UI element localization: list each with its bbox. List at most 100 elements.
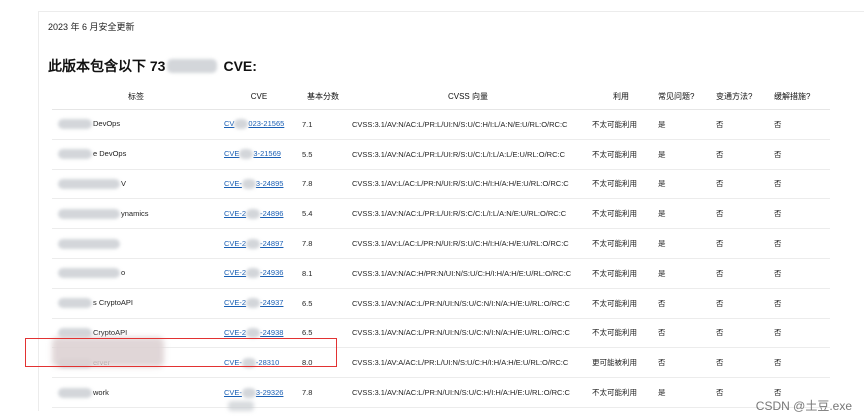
table-row: V CVE- 3-24895 7.8 CVSS:3.1/AV:L/AC:L/PR:N/U…: [52, 169, 830, 200]
tag-text: DevOps: [93, 119, 121, 129]
cve-link[interactable]: CVE-2 -24936: [224, 268, 284, 279]
redacted-blur: [241, 387, 256, 398]
workaround-cell: 否: [712, 139, 770, 170]
tag-cell: V: [52, 169, 220, 200]
vector-cell: CVSS:3.1/AV:A/AC:L/PR:L/UI:N/S:U/C:H/I:H…: [348, 347, 588, 379]
tag-cell: work: [52, 377, 220, 408]
tag-text: CryptoAPI: [93, 327, 128, 337]
mitigation-cell: 否: [770, 198, 830, 230]
table-row: work CVE- 3-29326 7.8 CVSS:3.1/AV:N/AC:L/PR:…: [52, 377, 830, 408]
faq-cell: 是: [654, 198, 712, 230]
workaround-cell: 否: [712, 288, 770, 319]
mitigation-cell: 否: [770, 228, 830, 259]
faq-cell: 否: [654, 288, 712, 319]
mitigation-cell: 否: [770, 258, 830, 289]
cve-cell: CVE- 3-24895: [220, 169, 298, 200]
vector-cell: CVSS:3.1/AV:N/AC:L/PR:N/UI:N/S:U/C:N/I:N…: [348, 288, 588, 319]
faq-cell: 是: [654, 258, 712, 289]
mitigation-cell: 否: [770, 109, 830, 140]
frame-border-top: [38, 11, 864, 12]
table-row: ynamics CVE-2 -24896 5.4 CVSS:3.1/AV:N/AC:L/…: [52, 198, 830, 230]
column-header-workaround: 变通方法?: [712, 83, 770, 110]
cve-link[interactable]: CVE-2 -24938: [224, 327, 284, 338]
table-row: CVE-2 -24897 7.8 CVSS:3.1/AV:L/AC:L/PR:N/UI…: [52, 228, 830, 259]
redacted-blur: [246, 208, 261, 219]
cve-link[interactable]: CVE- 3-24895: [224, 178, 284, 189]
cve-link-suffix: -24937: [260, 298, 284, 308]
column-header-mitigation: 缓解措施?: [770, 83, 830, 110]
mitigation-cell: 否: [770, 347, 830, 379]
cve-link[interactable]: CVE 3-21569: [224, 149, 281, 160]
score-cell: 7.8: [298, 169, 348, 200]
cve-link[interactable]: CVE-2 -24897: [224, 239, 283, 249]
faq-cell: 否: [654, 318, 712, 349]
cve-link-prefix: CVE: [224, 149, 240, 159]
cve-link-prefix: CVE-2: [224, 298, 247, 308]
mitigation-cell: 否: [770, 169, 830, 200]
column-header-vector: CVSS 向量: [348, 83, 588, 110]
cve-link-prefix: CV: [224, 119, 235, 129]
mitigation-cell: 否: [770, 288, 830, 319]
mitigation-cell: 否: [770, 139, 830, 170]
vector-cell: CVSS:3.1/AV:N/AC:L/PR:L/UI:R/S:C/C:L/I:L…: [348, 198, 588, 230]
tag-text: e DevOps: [93, 149, 127, 159]
cve-cell: CVE-2 -24897: [220, 228, 298, 259]
redacted-blur: [58, 119, 92, 130]
redacted-blur: [228, 401, 254, 411]
workaround-cell: 否: [712, 347, 770, 379]
cve-link[interactable]: CV 023-21565: [224, 119, 284, 130]
score-cell: 7.8: [298, 228, 348, 259]
exploit-cell: 不太可能利用: [588, 377, 654, 408]
exploit-cell: 不太可能利用: [588, 288, 654, 319]
workaround-cell: 否: [712, 109, 770, 140]
redacted-blur: [58, 179, 120, 189]
cve-link[interactable]: CVE-2 -24896: [224, 208, 284, 219]
exploit-cell: 不太可能利用: [588, 198, 654, 230]
table-row: s CryptoAPI CVE-2 -24937 6.5 CVSS:3.1/AV:N/A…: [52, 288, 830, 319]
tag-cell: o: [52, 258, 220, 289]
tag-text: work: [93, 387, 109, 397]
exploit-cell: 不太可能利用: [588, 169, 654, 200]
redacted-blur: [58, 208, 120, 219]
cve-link-suffix: 3-24895: [255, 178, 284, 188]
redacted-blur: [246, 327, 261, 338]
redacted-blur: [239, 149, 254, 160]
tag-cell: ynamics: [52, 198, 220, 230]
cve-cell: CVE-2 -24896: [220, 198, 298, 230]
cve-link-suffix: -24936: [260, 268, 284, 278]
watermark: CSDN @土豆.exe: [755, 399, 852, 413]
vector-cell: CVSS:3.1/AV:N/AC:L/PR:L/UI:R/S:U/C:L/I:L…: [348, 139, 588, 170]
tag-text: V: [121, 178, 127, 188]
cve-link-suffix: 3-29326: [255, 387, 284, 397]
tag-text: o: [121, 268, 126, 278]
redacted-blur: [167, 59, 218, 73]
cve-link-suffix: -24938: [260, 327, 284, 337]
exploit-cell: 不太可能利用: [588, 139, 654, 170]
redacted-blur: [234, 119, 249, 130]
cve-link[interactable]: CVE- 3-29326: [224, 387, 284, 398]
cve-link[interactable]: CVE-2 -24937: [224, 298, 284, 309]
security-update-page: 2023 年 6 月安全更新 此版本包含以下 73 CVE: 标签 CVE 基本分…: [0, 0, 864, 420]
tag-cell: e DevOps: [52, 139, 220, 170]
redacted-blur: [58, 268, 120, 279]
tag-text: s CryptoAPI: [93, 298, 134, 308]
score-cell: 7.8: [298, 377, 348, 408]
faq-cell: 是: [654, 377, 712, 408]
cve-link-prefix: CVE-: [224, 387, 242, 397]
redacted-blur: [241, 179, 256, 189]
cve-link-suffix: -24896: [260, 208, 284, 218]
table-row: e DevOps CVE 3-21569 5.5 CVSS:3.1/AV:N/AC:L/…: [52, 139, 830, 170]
release-title: 2023 年 6 月安全更新: [48, 22, 135, 32]
vector-cell: CVSS:3.1/AV:N/AC:L/PR:L/UI:N/S:U/C:H/I:L…: [348, 109, 588, 140]
heading-suffix: CVE:: [223, 58, 257, 74]
faq-cell: 否: [654, 347, 712, 379]
column-header-score: 基本分数: [298, 83, 348, 110]
tag-text: ynamics: [121, 208, 149, 218]
cve-link-prefix: CVE-2: [224, 327, 247, 337]
cve-cell: CV 023-21565: [220, 109, 298, 140]
redacted-blur: [58, 298, 92, 309]
cve-count-heading: 此版本包含以下 73 CVE:: [48, 56, 257, 76]
faq-cell: 是: [654, 109, 712, 140]
faq-cell: 是: [654, 169, 712, 200]
faq-cell: 是: [654, 228, 712, 259]
